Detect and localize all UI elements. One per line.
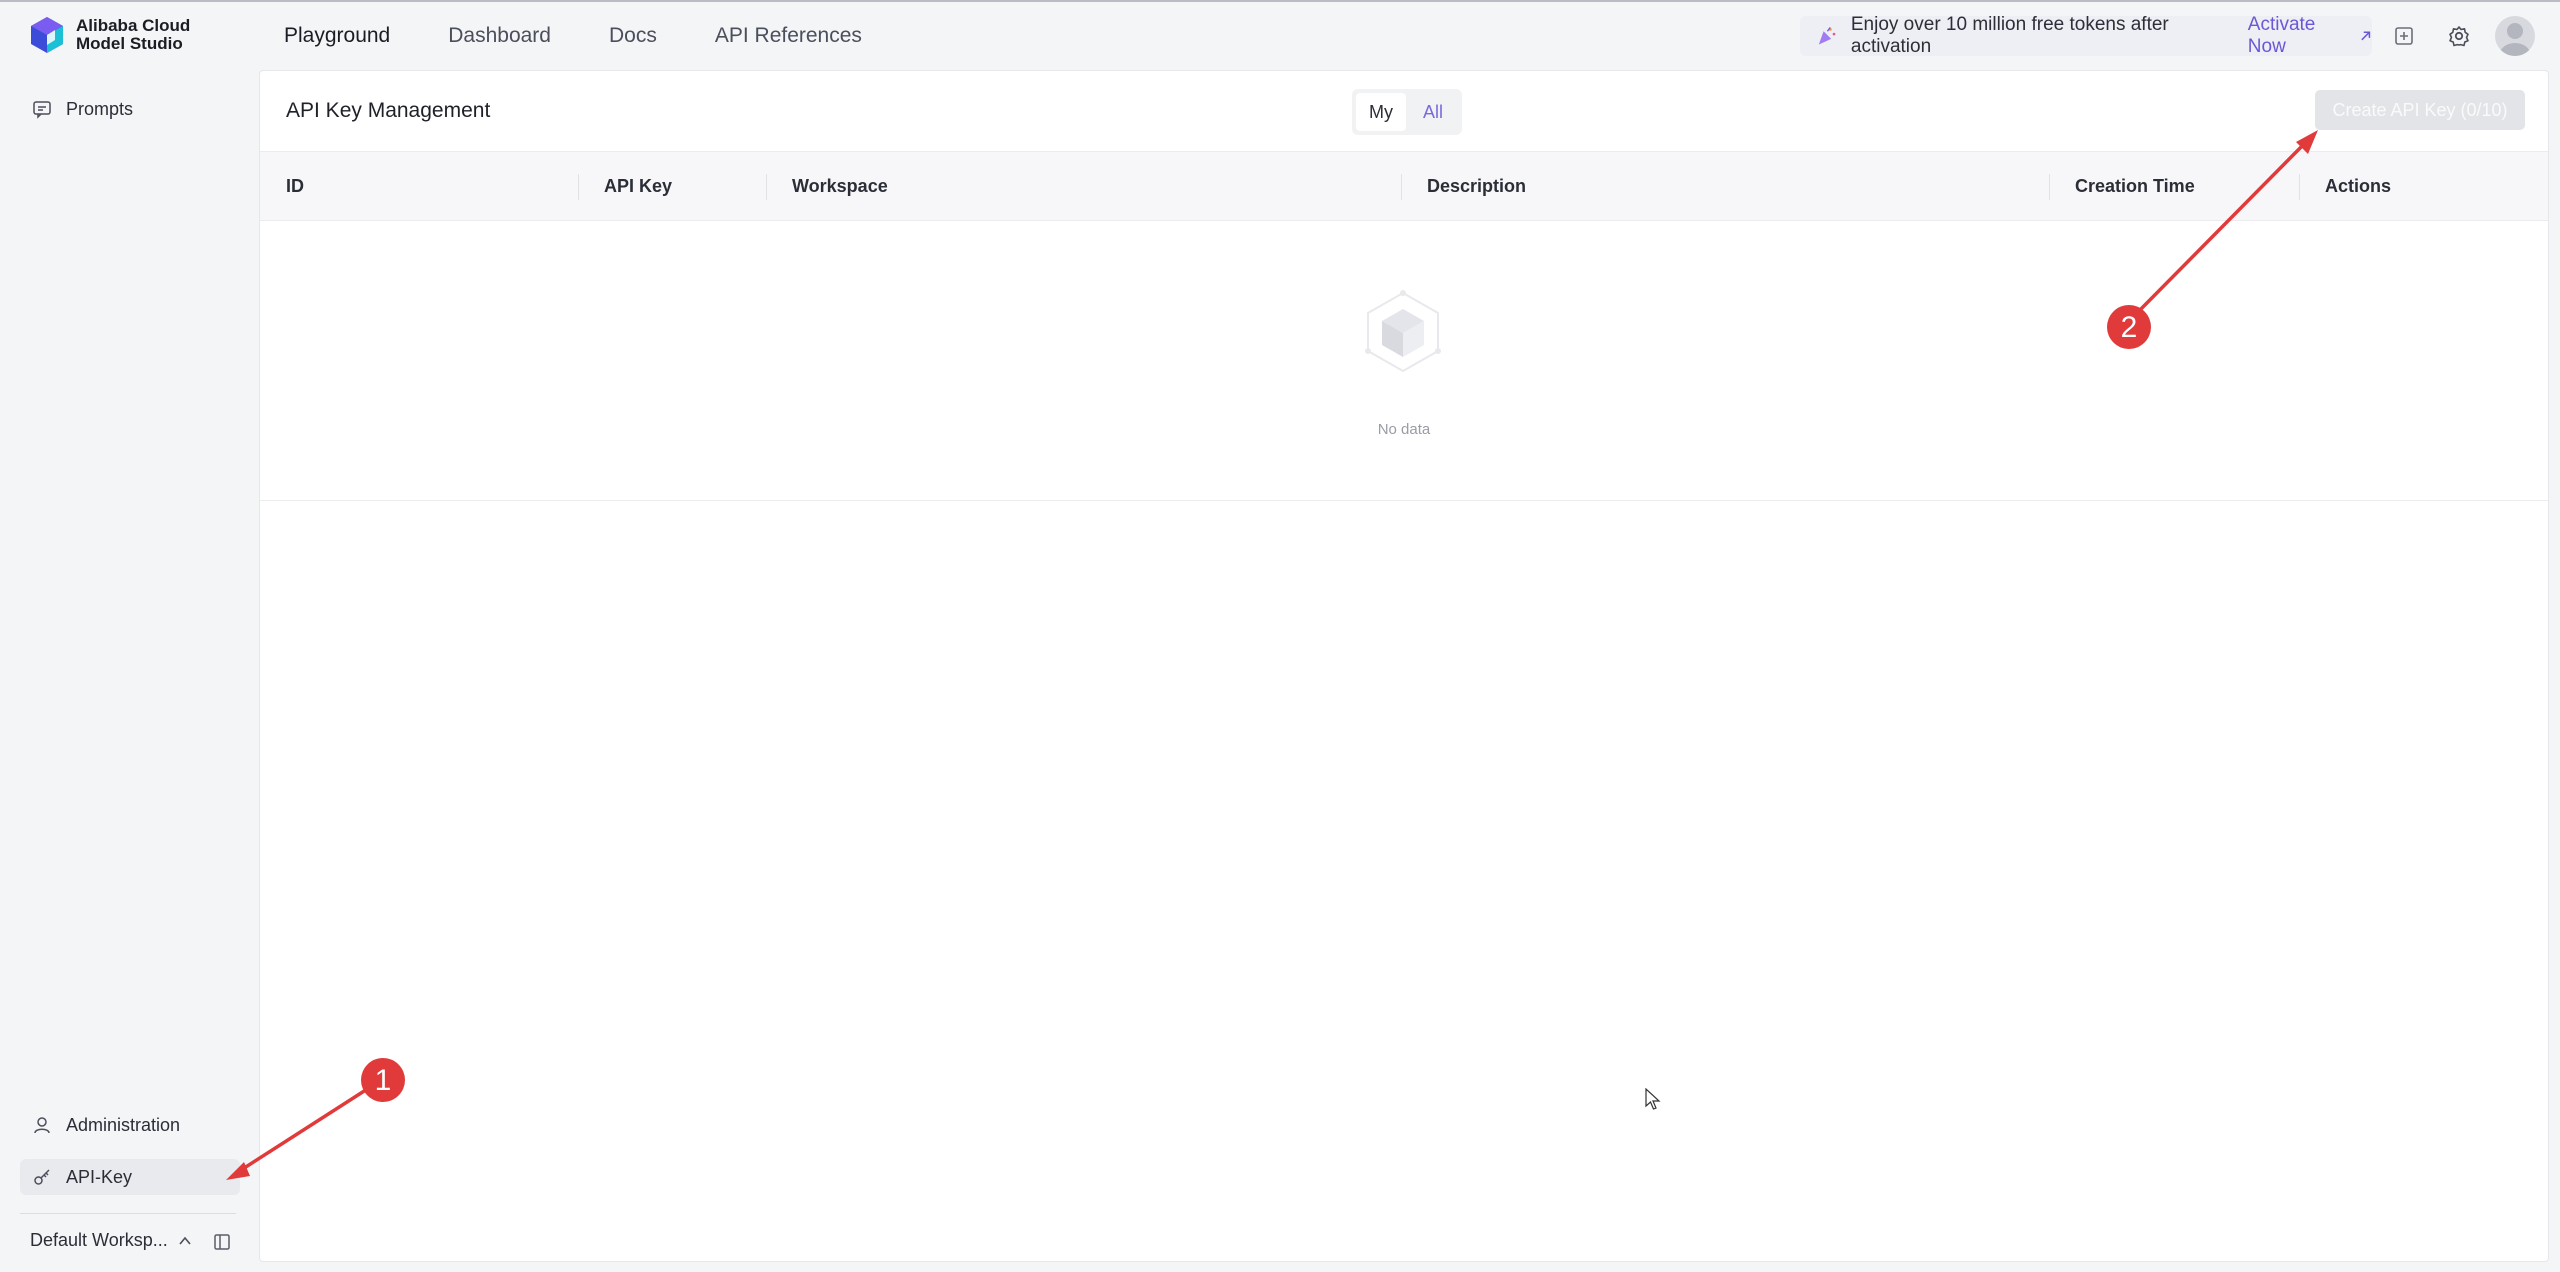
column-separator bbox=[2049, 174, 2050, 200]
activate-now-label: Activate Now bbox=[2247, 14, 2316, 57]
sidebar-item-label: Administration bbox=[66, 1114, 181, 1135]
sidebar-item-label: API-Key bbox=[66, 1166, 133, 1187]
table-header: ID API Key Workspace Description Creatio… bbox=[260, 151, 2548, 221]
empty-text: No data bbox=[1377, 421, 1431, 438]
activate-now-link[interactable]: Activate Now bbox=[2248, 14, 2372, 58]
nav-playground[interactable]: Playground bbox=[284, 24, 390, 48]
owner-filter-segment: My All bbox=[1352, 89, 1462, 135]
brand-logo[interactable]: Alibaba Cloud Model Studio bbox=[28, 16, 190, 54]
sidebar-item-api-key[interactable]: API-Key bbox=[20, 1159, 240, 1195]
mouse-cursor-icon bbox=[1645, 1088, 1661, 1110]
sidebar-item-administration[interactable]: Administration bbox=[20, 1107, 240, 1143]
top-header: Alibaba Cloud Model Studio Playground Da… bbox=[0, 2, 2560, 70]
message-icon bbox=[33, 101, 51, 119]
chevron-up-icon bbox=[179, 1236, 191, 1245]
sidebar-item-label: Prompts bbox=[66, 98, 134, 119]
sidebar-divider bbox=[20, 1213, 236, 1214]
column-separator bbox=[766, 174, 767, 200]
brand-line-1: Alibaba Cloud bbox=[76, 16, 191, 35]
user-icon bbox=[34, 1117, 50, 1134]
workspace-name: Default Worksp... bbox=[30, 1230, 168, 1250]
nav-api-references[interactable]: API References bbox=[715, 24, 862, 48]
column-creation-time: Creation Time bbox=[2075, 176, 2195, 196]
promo-text: Enjoy over 10 million free tokens after … bbox=[1850, 14, 2169, 57]
column-description: Description bbox=[1427, 176, 1527, 196]
sidebar-item-prompts[interactable]: Prompts bbox=[20, 91, 240, 127]
promo-banner: Enjoy over 10 million free tokens after … bbox=[1800, 14, 2372, 58]
column-id: ID bbox=[286, 176, 304, 196]
sidebar: Prompts Administration API-Key Default W… bbox=[0, 70, 258, 1272]
party-popper-icon bbox=[1818, 27, 1836, 45]
create-api-key-button[interactable]: Create API Key (0/10) bbox=[2315, 90, 2525, 130]
nav-dashboard[interactable]: Dashboard bbox=[448, 24, 551, 48]
column-separator bbox=[1401, 174, 1402, 200]
main-panel: API Key Management My All Create API Key… bbox=[259, 70, 2549, 1262]
column-separator bbox=[578, 174, 579, 200]
page-title: API Key Management bbox=[286, 99, 491, 122]
layout-icon[interactable] bbox=[2392, 24, 2416, 48]
empty-state: No data bbox=[260, 221, 2548, 501]
segment-my[interactable]: My bbox=[1356, 93, 1406, 131]
model-studio-logo-icon bbox=[31, 17, 63, 53]
arrow-up-right-icon bbox=[2361, 31, 2370, 41]
key-icon bbox=[34, 1169, 50, 1185]
brand-text: Alibaba Cloud Model Studio bbox=[76, 17, 190, 53]
nav-docs[interactable]: Docs bbox=[609, 24, 657, 48]
column-separator bbox=[2299, 174, 2300, 200]
column-actions: Actions bbox=[2325, 176, 2392, 196]
gear-icon[interactable] bbox=[2447, 24, 2471, 48]
brand-line-2: Model Studio bbox=[76, 34, 183, 53]
user-avatar[interactable] bbox=[2495, 16, 2535, 56]
sidebar-collapse-icon[interactable] bbox=[212, 1232, 232, 1252]
avatar-icon bbox=[2500, 23, 2530, 56]
column-workspace: Workspace bbox=[792, 176, 888, 196]
top-nav: Playground Dashboard Docs API References bbox=[284, 2, 862, 70]
segment-all[interactable]: All bbox=[1408, 93, 1458, 131]
empty-box-icon bbox=[1365, 290, 1441, 373]
workspace-selector[interactable]: Default Worksp... bbox=[30, 1230, 192, 1251]
column-api-key: API Key bbox=[604, 176, 673, 196]
